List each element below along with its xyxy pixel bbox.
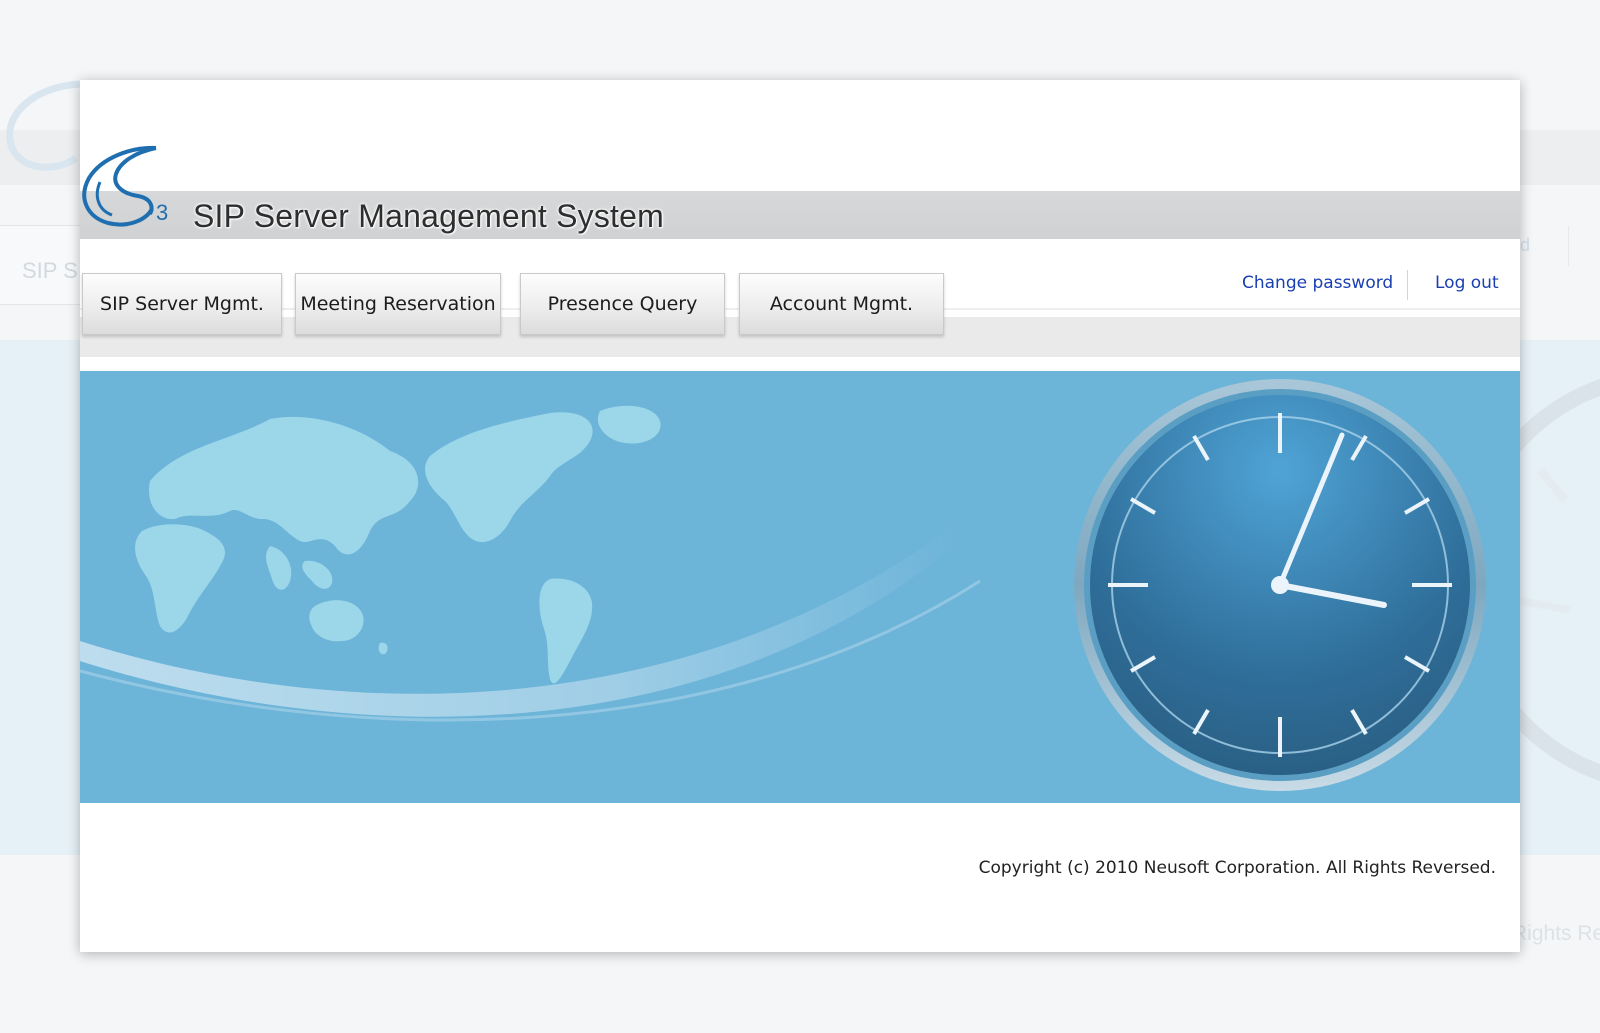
analog-clock-icon: [1074, 379, 1486, 791]
copyright-text: Copyright (c) 2010 Neusoft Corporation. …: [978, 858, 1496, 878]
s3-logo-icon: 3: [82, 145, 168, 227]
tab-sip-server-mgmt[interactable]: SIP Server Mgmt.: [82, 273, 282, 335]
link-separator: [1407, 270, 1408, 300]
ghost-link-fragment: d: [1520, 235, 1531, 255]
tab-meeting-reservation[interactable]: Meeting Reservation: [295, 273, 501, 335]
ghost-copyright: Rights Re: [1512, 922, 1600, 945]
logo-subscript: 3: [156, 200, 168, 225]
ghost-separator: [1568, 226, 1569, 266]
app-window: 3 SIP Server Management System SIP Serve…: [80, 80, 1520, 952]
ghost-logo-icon: [6, 80, 81, 171]
world-map-illustration: [135, 405, 661, 684]
hero-banner: [80, 371, 1520, 803]
log-out-link[interactable]: Log out: [1435, 273, 1499, 293]
ghost-tab-label: SIP S: [22, 258, 78, 283]
change-password-link[interactable]: Change password: [1242, 273, 1393, 293]
tab-presence-query[interactable]: Presence Query: [520, 273, 725, 335]
banner-illustration: [80, 379, 1486, 791]
app-title: SIP Server Management System: [193, 198, 664, 234]
tab-account-mgmt[interactable]: Account Mgmt.: [739, 273, 944, 335]
